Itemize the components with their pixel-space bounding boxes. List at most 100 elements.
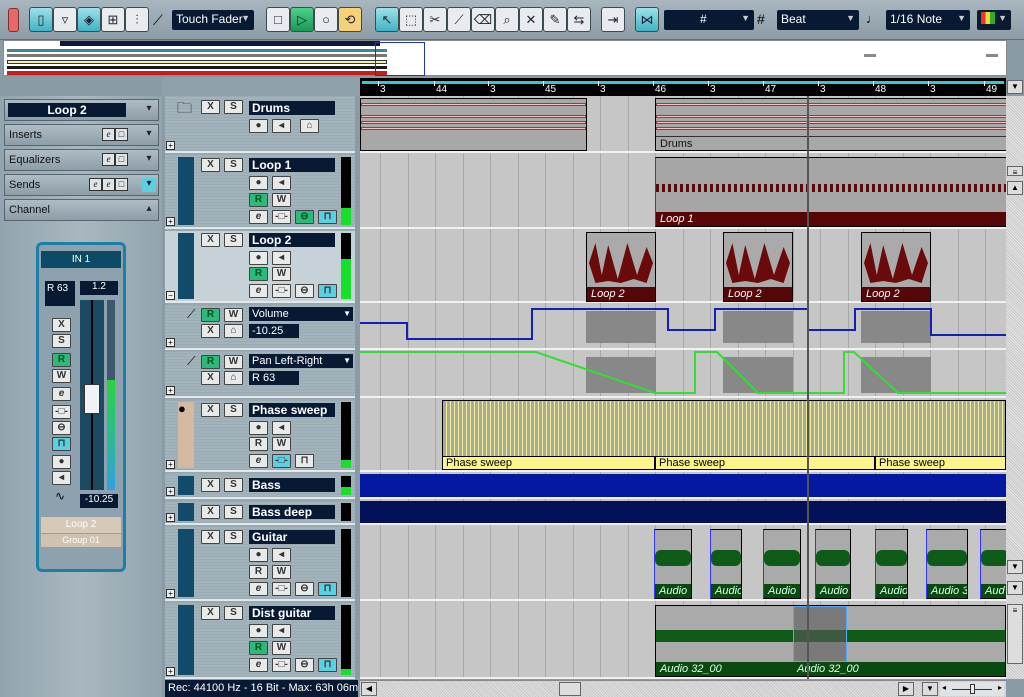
scroll-left-icon[interactable]: ◀ <box>361 682 377 696</box>
edit-channel-button[interactable]: e <box>249 582 268 596</box>
automation-value[interactable]: -10.25 <box>249 324 299 338</box>
playback-cursor[interactable] <box>807 96 809 679</box>
mute-button[interactable]: X <box>201 606 220 620</box>
track-bass[interactable]: X S Bass + <box>165 474 355 499</box>
expand-icon[interactable]: + <box>166 667 175 676</box>
record-button[interactable]: ○ <box>314 7 338 32</box>
track-name[interactable]: Bass deep <box>249 505 335 519</box>
edit-icon[interactable]: e <box>102 178 115 191</box>
automation-parameter-dropdown[interactable]: Volume ▼ <box>249 307 353 321</box>
lane-bass[interactable] <box>360 474 1006 499</box>
read-automation-button[interactable]: R <box>249 641 268 655</box>
drums-part[interactable]: Drums <box>655 98 1006 151</box>
mixer-button[interactable]: ⫶ <box>125 7 149 32</box>
event-display[interactable]: Drums Loop 1 Loop 2 Loop 2 Loop 2 Phase … <box>360 96 1006 679</box>
pan-value[interactable]: R 63 <box>45 281 75 306</box>
write-automation-button[interactable]: W <box>52 369 71 383</box>
read-automation-button[interactable]: R <box>201 355 220 369</box>
record-enable-button[interactable]: ● <box>249 548 268 562</box>
scroll-thumb[interactable] <box>559 682 581 696</box>
split-tool[interactable]: ✂ <box>423 7 447 32</box>
record-enable-button[interactable]: ● <box>249 624 268 638</box>
cycle-button[interactable]: ⟲ <box>338 7 362 32</box>
inserts-bypass-button[interactable]: -□- <box>272 658 291 672</box>
read-automation-button[interactable]: R <box>249 565 268 579</box>
lane-bass-deep[interactable] <box>360 501 1006 525</box>
loop-2-event[interactable]: Loop 2 <box>861 232 931 302</box>
lock-icon[interactable]: ⌂ <box>300 119 319 133</box>
monitor-button[interactable]: ◂ <box>272 251 291 265</box>
track-name[interactable]: Bass <box>249 478 335 492</box>
part-label[interactable]: Phase sweep <box>655 456 808 470</box>
collapse-icon[interactable]: ▾ <box>142 103 156 117</box>
expand-icon[interactable]: + <box>166 217 175 226</box>
volume-fader-track[interactable] <box>80 300 104 490</box>
show-overview-button[interactable]: ◈ <box>77 7 101 32</box>
eq-bypass-button[interactable]: ⊖ <box>52 421 71 435</box>
edit-icon[interactable]: e <box>102 128 115 141</box>
sends-bypass-button[interactable]: ⊓ <box>318 582 337 596</box>
zoom-presets-icon[interactable]: ▼ <box>922 682 938 696</box>
mute-button[interactable]: X <box>201 158 220 172</box>
mute-automation-button[interactable]: X <box>201 324 220 338</box>
mute-button[interactable]: X <box>201 100 220 114</box>
collapse-icon[interactable]: − <box>166 291 175 300</box>
show-event-infoline-button[interactable]: ▿ <box>53 7 77 32</box>
vertical-scrollbar[interactable]: ≡ ▲ ▼ ▼ ≡ <box>1006 96 1024 679</box>
track-name[interactable]: Loop 1 <box>249 158 335 172</box>
eq-bypass-button[interactable]: ⊖ <box>295 582 314 596</box>
edit-channel-button[interactable]: e <box>249 658 268 672</box>
guitar-event[interactable]: Aud <box>980 529 1006 599</box>
mute-automation-button[interactable]: X <box>201 371 220 385</box>
inserts-bypass-button[interactable]: -□- <box>272 284 291 298</box>
project-overview[interactable] <box>3 40 1007 76</box>
edit-channel-button[interactable]: e <box>249 454 268 468</box>
track-phase-sweep[interactable]: ● X S Phase sweep ● ◂ R W e -□- ⊓ + <box>165 400 355 472</box>
automation-curves[interactable] <box>360 305 1006 398</box>
loop-1-event[interactable]: Loop 1 <box>655 157 1006 227</box>
mute-button[interactable]: X <box>201 233 220 247</box>
vertical-zoom-slider[interactable]: ≡ <box>1007 604 1023 664</box>
read-automation-button[interactable]: R <box>201 308 220 322</box>
guitar-event[interactable]: Audio <box>815 529 851 599</box>
scroll-right-icon[interactable]: ▶ <box>898 682 914 696</box>
solo-button[interactable]: S <box>224 100 243 114</box>
eq-bypass-button[interactable]: ⊖ <box>295 658 314 672</box>
mute-button[interactable]: X <box>201 530 220 544</box>
edit-channel-button[interactable]: e <box>52 387 71 401</box>
part-label-empty[interactable] <box>808 456 875 470</box>
expand-icon[interactable]: ▾ <box>142 178 156 192</box>
inspector-section-equalizers[interactable]: Equalizers e □ ▾ <box>4 149 159 171</box>
stop-button[interactable]: □ <box>266 7 290 32</box>
write-automation-button[interactable]: W <box>272 193 291 207</box>
write-automation-button[interactable]: W <box>224 355 243 369</box>
range-selection-tool[interactable]: ⬚ <box>399 7 423 32</box>
scroll-handle[interactable]: ≡ <box>1007 166 1023 177</box>
record-enable-button[interactable]: ● <box>249 176 268 190</box>
bypass-icon[interactable]: □ <box>115 128 128 141</box>
horizontal-zoom-slider[interactable]: ◂ ▸ <box>940 682 1004 696</box>
inserts-bypass-button[interactable]: -□- <box>272 454 291 468</box>
automation-track-pan[interactable]: ⟋ R W Pan Left-Right ▼ X ⌂ R 63 + <box>165 352 355 398</box>
expand-icon[interactable]: + <box>166 386 175 395</box>
solo-button[interactable]: S <box>224 505 243 519</box>
drums-part[interactable] <box>360 98 587 151</box>
zoom-down-icon[interactable]: ▼ <box>1007 560 1023 574</box>
edit-icon[interactable]: e <box>102 153 115 166</box>
guitar-event[interactable]: Audio <box>654 529 692 599</box>
send-edit-icon[interactable]: e <box>89 178 102 191</box>
track-loop-1[interactable]: X S Loop 1 ● ◂ R W e -□- ⊖ ⊓ + <box>165 155 355 229</box>
edit-channel-button[interactable]: e <box>249 284 268 298</box>
monitor-button[interactable]: ◂ <box>272 176 291 190</box>
record-enable-button[interactable]: ● <box>249 251 268 265</box>
show-inspector-button[interactable]: ▯ <box>29 7 53 32</box>
overview-view-rectangle[interactable] <box>375 42 425 76</box>
part-label[interactable]: Phase sweep <box>442 456 655 470</box>
sends-bypass-button[interactable]: ⊓ <box>318 210 337 224</box>
read-automation-button[interactable]: R <box>249 193 268 207</box>
track-name[interactable]: Phase sweep <box>249 403 335 417</box>
zoom-slider-handle[interactable] <box>970 684 975 694</box>
erase-tool[interactable]: ⌫ <box>471 7 495 32</box>
solo-button[interactable]: S <box>52 334 71 348</box>
dist-guitar-event[interactable]: Audio 32_00 Audio 32_00 <box>655 605 1006 677</box>
